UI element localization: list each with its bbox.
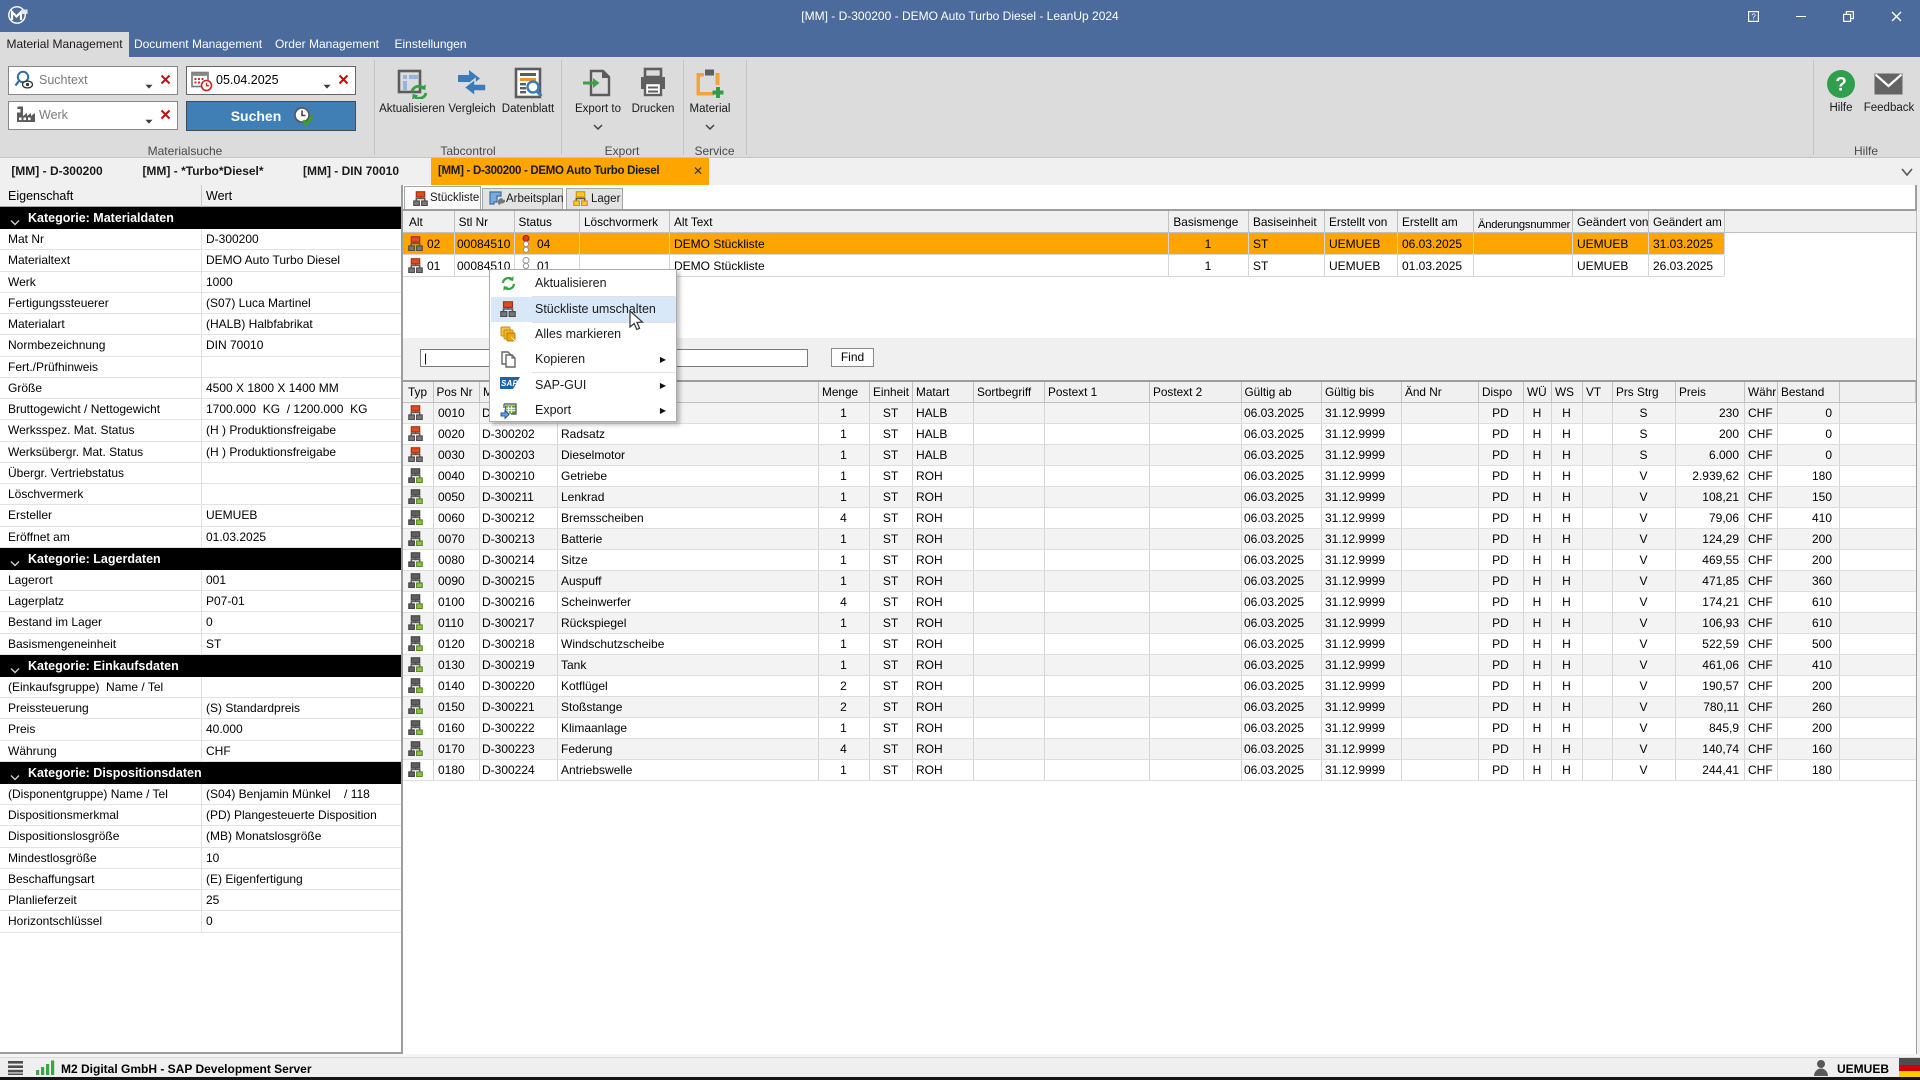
svg-text:?: ? [1835, 75, 1847, 96]
svg-text:?: ? [1751, 13, 1756, 22]
svg-text:SAP: SAP [501, 379, 519, 388]
